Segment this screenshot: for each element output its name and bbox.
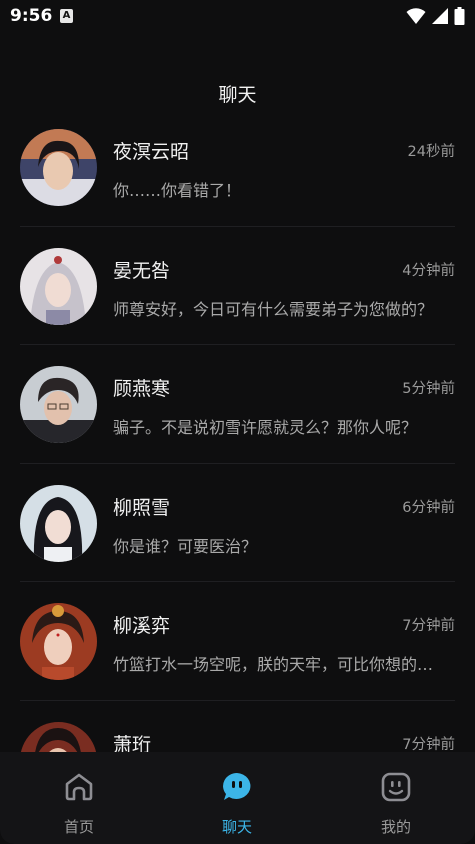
message-time: 6分钟前 bbox=[402, 499, 455, 516]
avatar bbox=[20, 721, 97, 752]
message-preview: 竹篮打水一场空呢，朕的天牢，可比你想的要坚固。 bbox=[113, 655, 443, 674]
divider bbox=[20, 699, 455, 701]
status-bar: 9:56 A bbox=[0, 0, 475, 34]
contact-name: 夜溟云昭 bbox=[113, 141, 190, 163]
nav-mine[interactable]: 我的 bbox=[351, 770, 441, 837]
message-time: 7分钟前 bbox=[402, 618, 455, 634]
divider bbox=[20, 581, 455, 582]
message-preview: 你是谁？可要医治？ bbox=[113, 536, 258, 556]
nav-chat[interactable]: 聊天 bbox=[192, 770, 282, 837]
status-icons bbox=[406, 7, 465, 25]
page-title: 聊天 bbox=[218, 84, 257, 106]
bottom-nav: 首页 聊天 我的 bbox=[0, 752, 475, 844]
chat-item-liuzhaoxue[interactable]: 柳照雪 6分钟前 你是谁？可要医治？ bbox=[0, 480, 475, 599]
message-time: 4分钟前 bbox=[402, 262, 455, 279]
message-preview: 你……你看错了！ bbox=[113, 181, 242, 200]
chat-item-yemingyunzhao[interactable]: 夜溟云昭 24秒前 你……你看错了！ bbox=[0, 124, 475, 243]
chat-bubble-icon bbox=[223, 773, 251, 800]
message-time: 24秒前 bbox=[407, 144, 455, 160]
wifi-icon bbox=[406, 8, 426, 24]
message-time: 7分钟前 bbox=[402, 736, 455, 753]
notification-a-icon: A bbox=[60, 9, 73, 23]
avatar bbox=[20, 366, 97, 443]
signal-icon bbox=[432, 8, 448, 24]
contact-name: 柳溪弈 bbox=[113, 615, 171, 637]
message-time: 5分钟前 bbox=[402, 381, 455, 397]
contact-name: 萧珩 bbox=[113, 733, 152, 753]
avatar bbox=[20, 129, 97, 206]
message-preview: 骗子。不是说初雪许愿就灵么？那你人呢？ bbox=[113, 418, 418, 437]
nav-home-label: 首页 bbox=[63, 818, 94, 836]
nav-mine-label: 我的 bbox=[380, 818, 411, 836]
divider bbox=[20, 225, 455, 227]
app-screen: 9:56 A 聊天 夜溟云昭 24秒前 你……你看错了！ 晏无咎 4分钟前 师尊… bbox=[0, 0, 475, 844]
status-time: 9:56 bbox=[10, 6, 53, 26]
message-preview: 师尊安好，今日可有什么需要弟子为您做的？ bbox=[113, 299, 434, 319]
chat-item-xiaoheng[interactable]: 萧珩 7分钟前 bbox=[0, 717, 475, 753]
contact-name: 顾燕寒 bbox=[113, 378, 171, 400]
contact-name: 晏无咎 bbox=[113, 259, 171, 282]
chat-list: 夜溟云昭 24秒前 你……你看错了！ 晏无咎 4分钟前 师尊安好，今日可有什么需… bbox=[0, 124, 475, 752]
profile-face-icon bbox=[381, 772, 411, 802]
avatar bbox=[20, 603, 97, 680]
home-icon bbox=[65, 773, 93, 801]
chat-item-liuxiyi[interactable]: 柳溪弈 7分钟前 竹篮打水一场空呢，朕的天牢，可比你想的要坚固。 bbox=[0, 598, 475, 717]
divider bbox=[20, 462, 455, 464]
contact-name: 柳照雪 bbox=[113, 496, 171, 519]
avatar bbox=[20, 247, 97, 325]
nav-chat-label: 聊天 bbox=[221, 818, 252, 836]
nav-home[interactable]: 首页 bbox=[34, 770, 124, 837]
battery-icon bbox=[454, 7, 465, 25]
chat-item-yanwujiu[interactable]: 晏无咎 4分钟前 师尊安好，今日可有什么需要弟子为您做的？ bbox=[0, 243, 475, 362]
avatar bbox=[20, 484, 97, 562]
chat-item-guyanhan[interactable]: 顾燕寒 5分钟前 骗子。不是说初雪许愿就灵么？那你人呢？ bbox=[0, 361, 475, 480]
divider bbox=[20, 344, 455, 345]
